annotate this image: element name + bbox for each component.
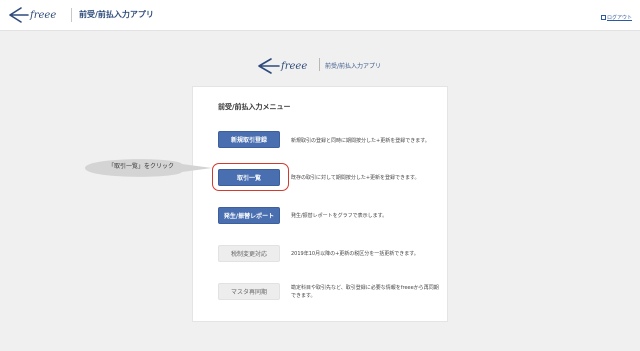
transaction-list-description: 既存の取引に対して期間按分した+更新を登録できます。 — [291, 175, 420, 181]
tax-change-description: 2019年10月以降の+更新の税区分を一括更新できます。 — [291, 251, 419, 257]
svg-text:freee: freee — [280, 61, 307, 72]
logout-link[interactable]: ログアウト — [600, 14, 632, 21]
new-transaction-button[interactable]: 新規取引登録 — [218, 131, 280, 148]
logout-icon — [600, 15, 606, 20]
header-divider — [71, 8, 72, 22]
callout-text: 「取引一覧」をクリック — [108, 163, 175, 170]
new-transaction-description: 新規取引の登録と同時に期間按分した+更新を登録できます。 — [291, 138, 430, 144]
app-header: freee 前受/前払入力アプリ ログアウト — [0, 0, 640, 31]
master-resync-button[interactable]: マスタ再同期 — [218, 283, 280, 300]
tax-change-button[interactable]: 税制変更対応 — [218, 245, 280, 262]
freee-logo[interactable]: freee — [8, 6, 62, 24]
svg-text:freee: freee — [29, 10, 56, 21]
master-resync-description: 勘定科目や取引先など、取引登録に必要な情報をfreeeから再同期できます。 — [291, 285, 439, 299]
logout-label: ログアウト — [606, 15, 632, 21]
header-app-title: 前受/前払入力アプリ — [79, 10, 154, 19]
highlight-ring — [212, 163, 289, 191]
center-app-title: 前受/前払入力アプリ — [325, 63, 382, 70]
freee-center-logo: freee — [258, 58, 307, 74]
center-divider — [319, 58, 320, 71]
report-description: 発生/振替レポートをグラフで表示します。 — [291, 213, 388, 219]
report-button[interactable]: 発生/振替レポート — [218, 207, 280, 224]
menu-card: 前受/前払入力メニュー 新規取引登録 新規取引の登録と同時に期間按分した+更新を… — [192, 86, 448, 322]
menu-title: 前受/前払入力メニュー — [218, 103, 291, 111]
